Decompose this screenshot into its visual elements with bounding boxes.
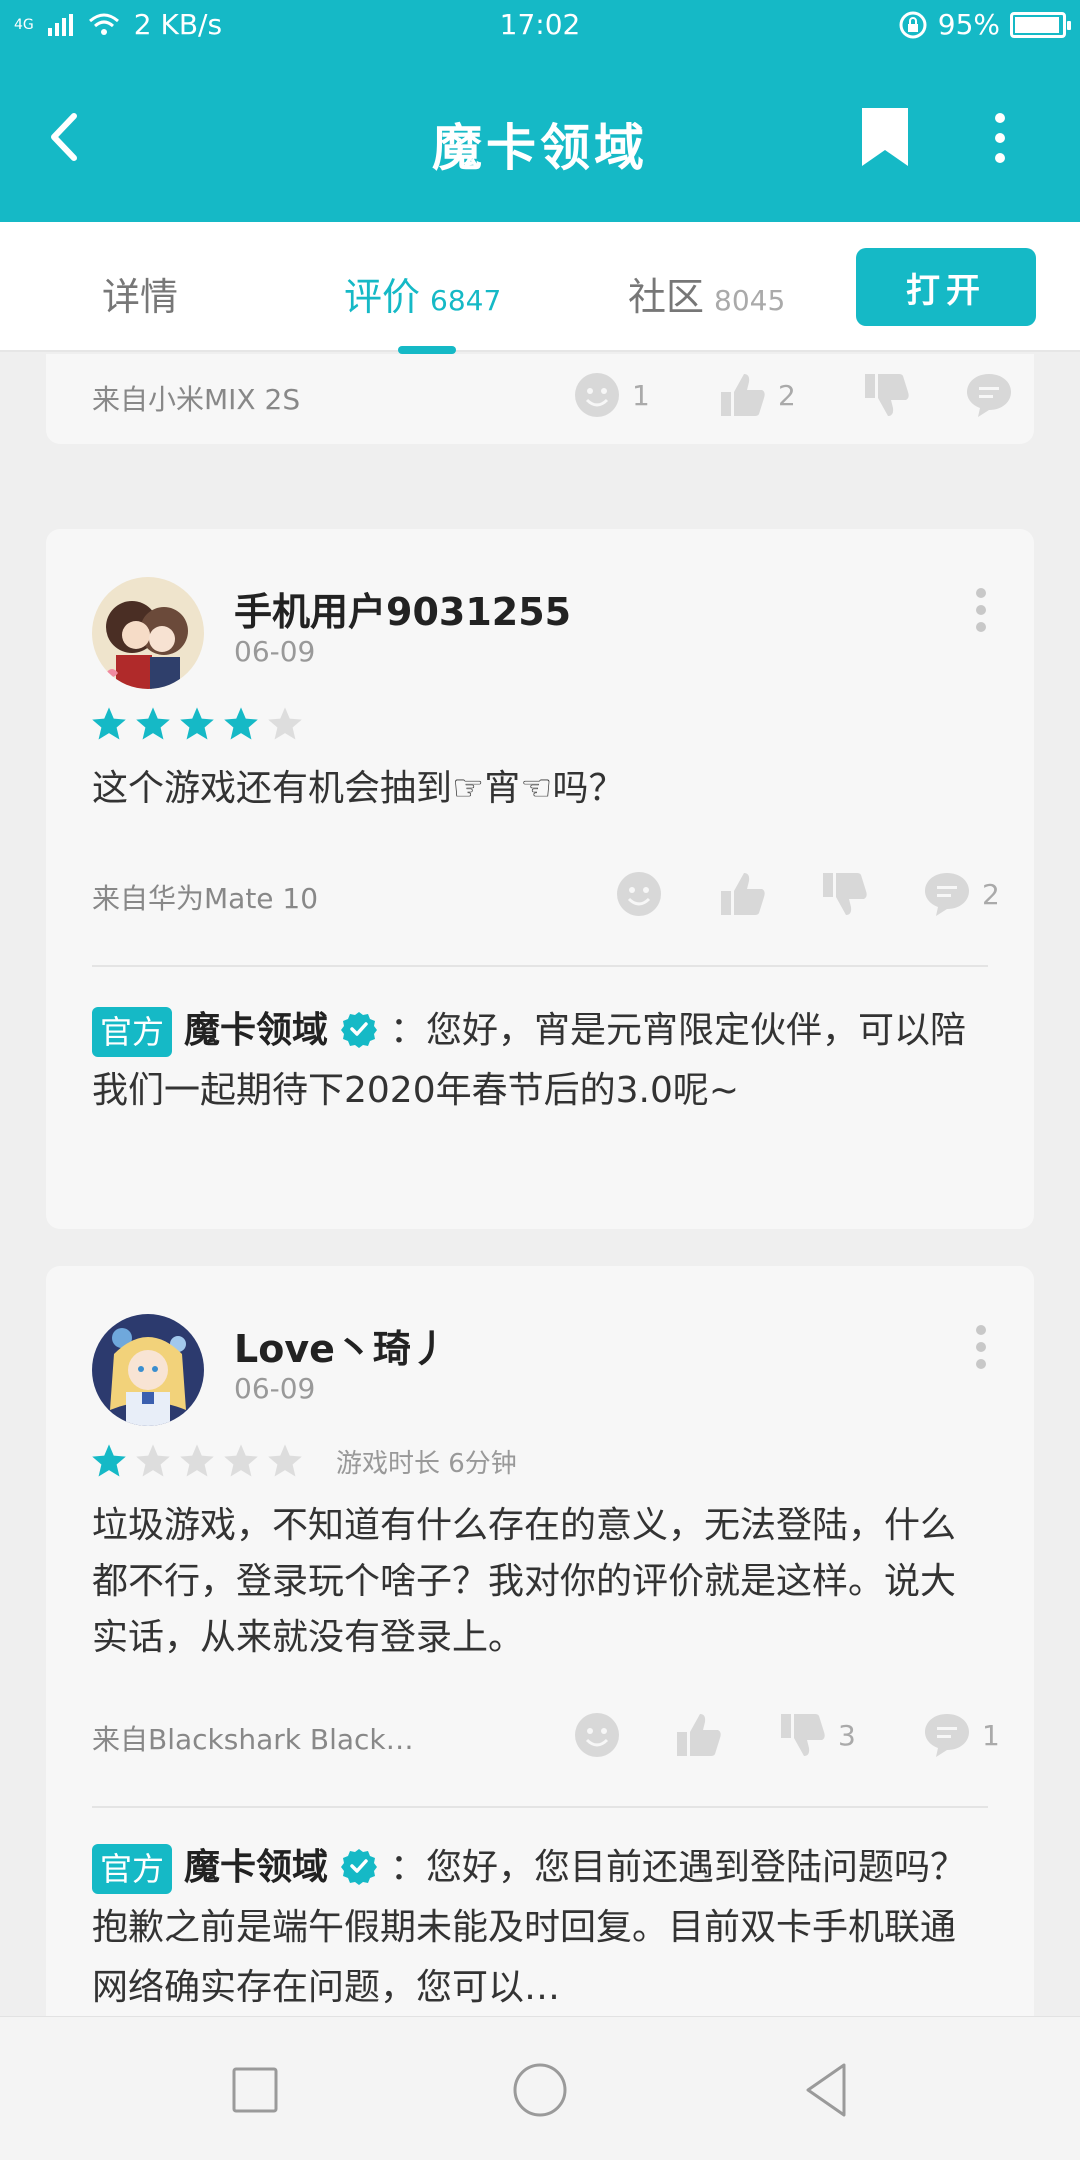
review-username[interactable]: 手机用户9031255 xyxy=(234,581,571,636)
smile-icon xyxy=(575,1713,619,1757)
review-device: 来自华为Mate 10 xyxy=(92,882,319,915)
reply-author: 魔卡领域 xyxy=(184,1010,329,1051)
smile-button[interactable]: 1 xyxy=(572,370,650,420)
smile-button[interactable] xyxy=(572,1710,632,1760)
review-card: Love丶琦丿 06-09 游戏时长 6分钟 垃圾游戏，不知道有什么存在的意义，… xyxy=(46,1266,1034,2016)
star-filled-icon xyxy=(180,707,214,740)
review-date: 06-09 xyxy=(234,1372,316,1405)
divider xyxy=(92,1806,988,1808)
review-actions: 来自华为Mate 10 2 xyxy=(92,865,1000,925)
rating-stars xyxy=(90,705,304,743)
official-badge: 官方 xyxy=(92,1007,173,1057)
smile-icon xyxy=(617,872,661,916)
divider xyxy=(92,965,988,967)
star-filled-icon xyxy=(224,707,258,740)
active-tab-indicator xyxy=(398,346,456,354)
like-button[interactable] xyxy=(718,869,778,919)
bookmark-icon[interactable] xyxy=(858,106,912,168)
review-card: 来自小米MIX 2S 1 2 xyxy=(46,354,1034,444)
tab-details-label: 详情 xyxy=(102,275,179,319)
comment-count: 1 xyxy=(982,1718,1000,1752)
more-vertical-icon[interactable] xyxy=(974,1324,988,1370)
avatar[interactable] xyxy=(92,577,204,689)
thumbs-up-icon xyxy=(677,1714,721,1756)
star-filled-icon xyxy=(136,707,170,740)
rating-stars: 游戏时长 6分钟 xyxy=(90,1442,517,1480)
tab-community-label: 社区 xyxy=(628,275,705,319)
comment-icon xyxy=(925,873,969,916)
review-feed[interactable]: 来自小米MIX 2S 1 2 手机用户9031255 06-09 这个游戏还有机… xyxy=(0,354,1080,2016)
review-device: 来自小米MIX 2S xyxy=(92,383,301,416)
official-badge: 官方 xyxy=(92,1844,173,1894)
dislike-button[interactable] xyxy=(862,370,922,420)
tab-reviews-label: 评价 xyxy=(344,275,421,319)
tab-reviews-count: 6847 xyxy=(430,284,502,317)
review-actions: 来自小米MIX 2S 1 2 xyxy=(92,366,1011,426)
smile-icon xyxy=(575,373,619,417)
tab-bar: 详情 评价 6847 社区 8045 打开 xyxy=(0,222,1080,354)
dislike-button[interactable]: 3 xyxy=(778,1710,856,1760)
avatar[interactable] xyxy=(92,1314,204,1426)
battery-icon xyxy=(1010,11,1071,38)
verified-icon xyxy=(341,1849,378,1885)
star-filled-icon xyxy=(92,1444,126,1477)
official-reply: 官方 魔卡领域 ：您好，您目前还遇到登陆问题吗？抱歉之前是端午假期未能及时回复。目前… xyxy=(92,1838,988,2016)
system-nav-bar xyxy=(0,2016,1080,2160)
status-right: 95% xyxy=(898,8,1071,41)
like-count: 2 xyxy=(778,378,796,412)
tab-community[interactable]: 社区 8045 xyxy=(628,266,785,321)
app-bar: 魔卡领域 xyxy=(0,50,1080,222)
comment-count: 2 xyxy=(982,877,1000,911)
play-time: 游戏时长 6分钟 xyxy=(336,1448,517,1479)
thumbs-down-icon xyxy=(781,1714,825,1756)
open-button[interactable]: 打开 xyxy=(856,248,1036,326)
star-empty-icon xyxy=(268,1444,302,1477)
star-empty-icon xyxy=(224,1444,258,1477)
review-date: 06-09 xyxy=(234,635,316,668)
tab-community-count: 8045 xyxy=(714,284,786,317)
comment-button[interactable]: 1 xyxy=(922,1710,1000,1760)
comment-button[interactable] xyxy=(964,370,1024,420)
review-content: 垃圾游戏，不知道有什么存在的意义，无法登陆，什么都不行，登录玩个啥子？我对你的评… xyxy=(92,1505,957,1658)
star-empty-icon xyxy=(268,707,302,740)
star-empty-icon xyxy=(180,1444,214,1477)
review-card: 手机用户9031255 06-09 这个游戏还有机会抽到☞宵☜吗？ 来自华为Ma… xyxy=(46,529,1034,1229)
review-device: 来自Blackshark Black… xyxy=(92,1723,414,1756)
home-icon[interactable] xyxy=(505,2055,575,2125)
recents-icon[interactable] xyxy=(220,2055,290,2125)
like-button[interactable] xyxy=(674,1710,734,1760)
more-menu-icon[interactable] xyxy=(982,110,1018,166)
battery-percent: 95% xyxy=(937,8,1000,41)
thumbs-down-icon xyxy=(823,873,867,915)
thumbs-up-icon xyxy=(721,873,765,915)
rotation-lock-icon xyxy=(899,11,927,38)
dislike-count: 3 xyxy=(838,1718,856,1752)
thumbs-down-icon xyxy=(865,374,909,416)
comment-icon xyxy=(967,374,1011,417)
official-reply: 官方 魔卡领域 ：您好，宵是元宵限定伙伴，可以陪我们一起期待下2020年春节后的3.… xyxy=(92,1001,988,1121)
tab-details[interactable]: 详情 xyxy=(102,266,178,321)
status-bar: 4G 2 KB/s 17:02 95% xyxy=(0,0,1080,50)
tab-reviews[interactable]: 评价 6847 xyxy=(344,266,501,321)
thumbs-up-icon xyxy=(721,374,765,416)
more-vertical-icon[interactable] xyxy=(974,587,988,633)
reply-author: 魔卡领域 xyxy=(184,1847,329,1888)
review-actions: 来自Blackshark Black… 3 1 xyxy=(92,1706,1000,1766)
review-content: 这个游戏还有机会抽到☞宵☜吗？ xyxy=(92,768,625,809)
star-empty-icon xyxy=(136,1444,170,1477)
page-title: 魔卡领域 xyxy=(432,119,648,177)
smile-count: 1 xyxy=(632,378,650,412)
review-username[interactable]: Love丶琦丿 xyxy=(234,1318,449,1373)
comment-button[interactable]: 2 xyxy=(922,869,1000,919)
like-button[interactable]: 2 xyxy=(718,370,796,420)
comment-icon xyxy=(925,1714,969,1757)
back-icon[interactable] xyxy=(792,2055,862,2125)
dislike-button[interactable] xyxy=(820,869,880,919)
star-filled-icon xyxy=(92,707,126,740)
verified-icon xyxy=(341,1012,378,1048)
smile-button[interactable] xyxy=(614,869,674,919)
